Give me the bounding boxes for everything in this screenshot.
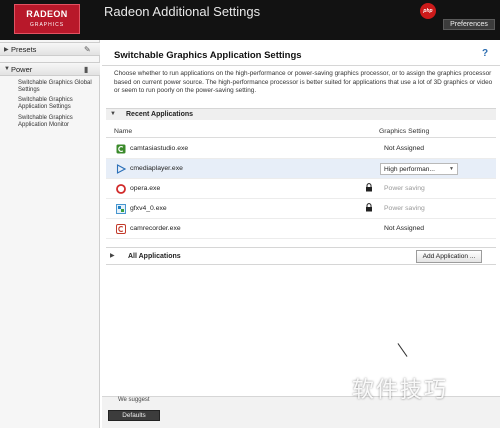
table-row[interactable]: opera.exe Power saving	[106, 179, 496, 199]
cn-watermark: 软件技巧	[352, 378, 449, 403]
sidebar-item-power[interactable]: ▼ Power ▮	[0, 62, 100, 76]
section-label: All Applications	[128, 253, 181, 260]
app-name: camtasiastudio.exe	[130, 145, 189, 152]
graphics-setting[interactable]: Not Assigned	[384, 225, 424, 232]
graphics-setting: Power saving	[384, 205, 425, 212]
camtasia-icon	[116, 144, 126, 154]
column-header-name: Name	[114, 128, 133, 135]
preferences-button[interactable]: Preferences	[443, 19, 495, 30]
dropdown-value: High performan...	[384, 166, 435, 173]
chevron-right-icon: ▶	[110, 253, 115, 259]
table-row[interactable]: gfxv4_0.exe Power saving	[106, 199, 496, 219]
add-application-button[interactable]: Add Application ...	[416, 250, 482, 263]
table-row[interactable]: camtasiastudio.exe Not Assigned	[106, 139, 496, 159]
title-bar: RADEON GRAPHICS Radeon Additional Settin…	[0, 0, 500, 40]
chevron-right-icon: ▶	[4, 47, 9, 53]
page-description: Choose whether to run applications on th…	[114, 70, 493, 94]
section-label: Recent Applications	[126, 111, 194, 118]
mouse-cursor-icon	[397, 343, 408, 357]
battery-icon: ▮	[84, 65, 89, 74]
all-applications-header[interactable]: ▶ All Applications Add Application ...	[106, 247, 496, 265]
graphics-setting[interactable]: Not Assigned	[384, 145, 424, 152]
app-name: opera.exe	[130, 185, 161, 192]
table-row[interactable]: cmediaplayer.exe High performan... ▼	[106, 159, 496, 179]
main-header: Switchable Graphics Application Settings…	[102, 44, 500, 66]
sidebar-item-presets[interactable]: ▶ Presets ✎	[0, 42, 100, 56]
chevron-down-icon: ▼	[4, 66, 10, 72]
play-icon	[116, 164, 126, 174]
lock-icon	[366, 183, 372, 192]
sidebar-link-application-settings[interactable]: Switchable Graphics Application Settings	[18, 97, 98, 111]
radeon-logo: RADEON GRAPHICS	[14, 4, 80, 34]
page-title: Switchable Graphics Application Settings	[114, 50, 302, 61]
graphics-setting-dropdown[interactable]: High performan... ▼	[380, 163, 458, 175]
sidebar-link-global-settings[interactable]: Switchable Graphics Global Settings	[18, 80, 98, 94]
main-panel: Switchable Graphics Application Settings…	[102, 40, 500, 428]
app-title: Radeon Additional Settings	[104, 4, 261, 19]
sidebar-link-application-monitor[interactable]: Switchable Graphics Application Monitor	[18, 115, 98, 129]
chevron-down-icon: ▼	[449, 166, 454, 172]
graphics-setting: Power saving	[384, 185, 425, 192]
suggest-text: We suggest	[118, 397, 150, 403]
app-name: cmediaplayer.exe	[130, 165, 183, 172]
logo-text-graphics: GRAPHICS	[29, 22, 65, 28]
recent-applications-header[interactable]: ▼ Recent Applications	[106, 108, 496, 120]
gfx-icon	[116, 204, 126, 214]
table-header: Name Graphics Setting	[106, 126, 496, 138]
app-name: gfxv4_0.exe	[130, 205, 167, 212]
app-name: camrecorder.exe	[130, 225, 181, 232]
recorder-icon	[116, 224, 126, 234]
logo-text-radeon: RADEON	[26, 9, 68, 19]
sidebar-item-label: Presets	[11, 45, 37, 54]
chevron-down-icon: ▼	[110, 111, 116, 117]
lock-icon	[366, 203, 372, 212]
column-header-graphics-setting: Graphics Setting	[379, 128, 430, 135]
opera-icon	[116, 184, 126, 194]
table-row[interactable]: camrecorder.exe Not Assigned	[106, 219, 496, 239]
sidebar-item-label: Power	[11, 65, 33, 74]
help-icon[interactable]: ?	[482, 48, 488, 59]
defaults-button[interactable]: Defaults	[108, 410, 160, 421]
sidebar: ▶ Presets ✎ ▼ Power ▮ Switchable Graphic…	[0, 40, 100, 428]
php-watermark-icon: php	[420, 3, 436, 19]
pencil-icon: ✎	[84, 45, 91, 54]
